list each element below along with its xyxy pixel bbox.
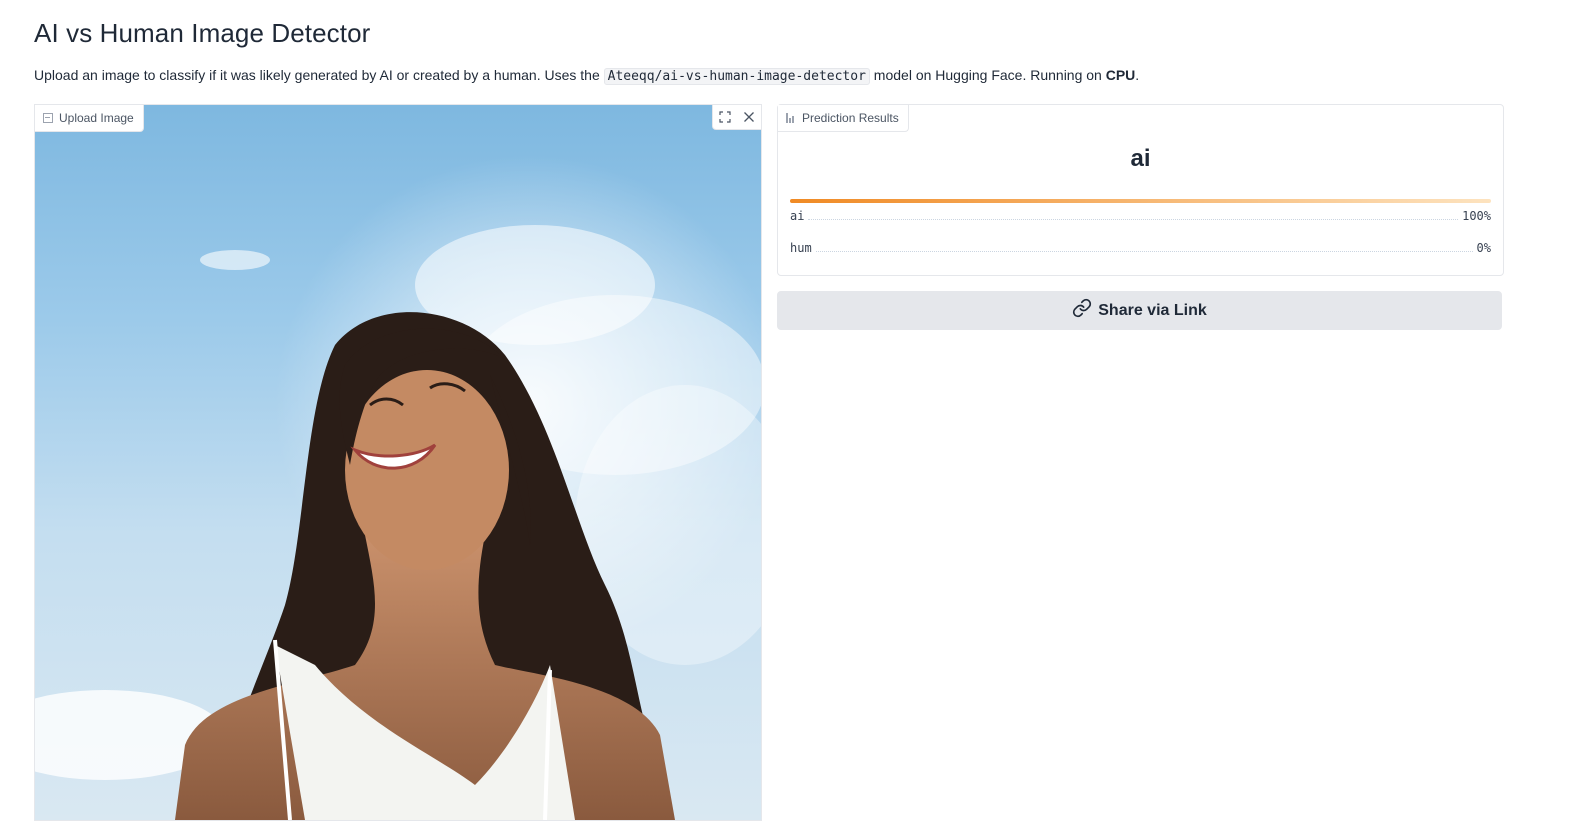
upload-label: Upload Image bbox=[35, 105, 144, 132]
image-toolbar bbox=[712, 105, 761, 130]
description-text: Upload an image to classify if it was li… bbox=[34, 67, 604, 83]
confidence-percent: 100% bbox=[1462, 209, 1491, 223]
description-end: . bbox=[1135, 67, 1140, 83]
link-icon bbox=[1072, 298, 1092, 323]
top-prediction-label: ai bbox=[1130, 145, 1151, 172]
confidence-percent: 0% bbox=[1476, 241, 1491, 255]
confidence-label: ai bbox=[790, 209, 805, 223]
page-title: AI vs Human Image Detector bbox=[34, 18, 371, 48]
confidence-bar bbox=[790, 199, 1491, 203]
page-description: Upload an image to classify if it was li… bbox=[34, 67, 1140, 85]
upload-label-text: Upload Image bbox=[59, 111, 134, 125]
model-name: Ateeqq/ai-vs-human-image-detector bbox=[603, 68, 870, 85]
image-icon bbox=[43, 113, 53, 123]
bar-chart-icon bbox=[786, 113, 796, 123]
close-icon[interactable] bbox=[737, 105, 761, 129]
fullscreen-icon[interactable] bbox=[713, 105, 737, 129]
confidence-row-hum: hum 0% bbox=[790, 241, 1491, 255]
share-button-label: Share via Link bbox=[1098, 301, 1207, 319]
uploaded-image bbox=[35, 105, 761, 820]
description-text-2: model on Hugging Face. Running on bbox=[869, 67, 1106, 83]
confidence-row-ai: ai 100% bbox=[790, 199, 1491, 223]
device-name: CPU bbox=[1105, 67, 1136, 83]
prediction-results-panel: Prediction Results ai ai 100% hum 0% bbox=[777, 104, 1504, 276]
confidence-label: hum bbox=[790, 241, 812, 255]
results-label: Prediction Results bbox=[778, 105, 909, 132]
image-upload-panel[interactable]: Upload Image bbox=[34, 104, 762, 821]
results-label-text: Prediction Results bbox=[802, 111, 899, 125]
share-via-link-button[interactable]: Share via Link bbox=[777, 291, 1502, 330]
